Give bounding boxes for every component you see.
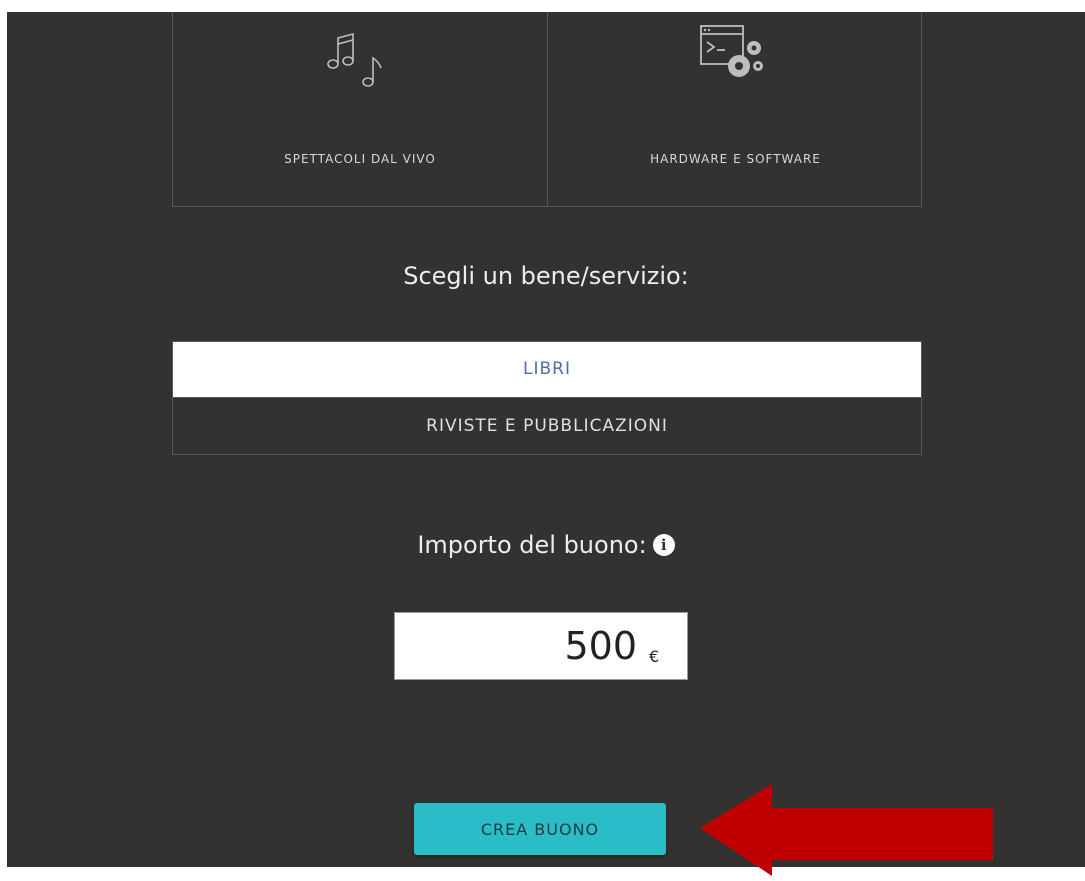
tile-spettacoli-dal-vivo[interactable]: SPETTACOLI DAL VIVO bbox=[173, 12, 548, 207]
choose-heading: Scegli un bene/servizio: bbox=[403, 262, 689, 290]
create-voucher-button[interactable]: CREA BUONO bbox=[414, 803, 666, 855]
tile-label: SPETTACOLI DAL VIVO bbox=[284, 152, 436, 166]
software-gears-icon bbox=[699, 25, 763, 77]
option-libri[interactable]: LIBRI bbox=[173, 342, 921, 397]
music-notes-icon bbox=[327, 32, 382, 87]
option-riviste-e-pubblicazioni[interactable]: RIVISTE E PUBBLICAZIONI bbox=[173, 397, 921, 454]
main-panel: SPETTACOLI DAL VIVO HARDWARE E SOFTWARE … bbox=[7, 12, 1085, 867]
amount-heading-text: Importo del buono: bbox=[417, 531, 647, 559]
amount-field: € bbox=[394, 612, 688, 680]
info-icon[interactable]: i bbox=[652, 534, 675, 556]
red-arrow-icon bbox=[700, 784, 993, 876]
tile-label: HARDWARE E SOFTWARE bbox=[650, 152, 821, 166]
amount-input[interactable] bbox=[405, 613, 637, 679]
amount-heading: Importo del buono: i bbox=[7, 531, 1085, 559]
currency-symbol: € bbox=[649, 647, 660, 666]
category-tiles: SPETTACOLI DAL VIVO HARDWARE E SOFTWARE bbox=[172, 12, 922, 207]
tile-hardware-e-software[interactable]: HARDWARE E SOFTWARE bbox=[548, 12, 923, 207]
service-options: LIBRI RIVISTE E PUBBLICAZIONI bbox=[172, 341, 922, 455]
